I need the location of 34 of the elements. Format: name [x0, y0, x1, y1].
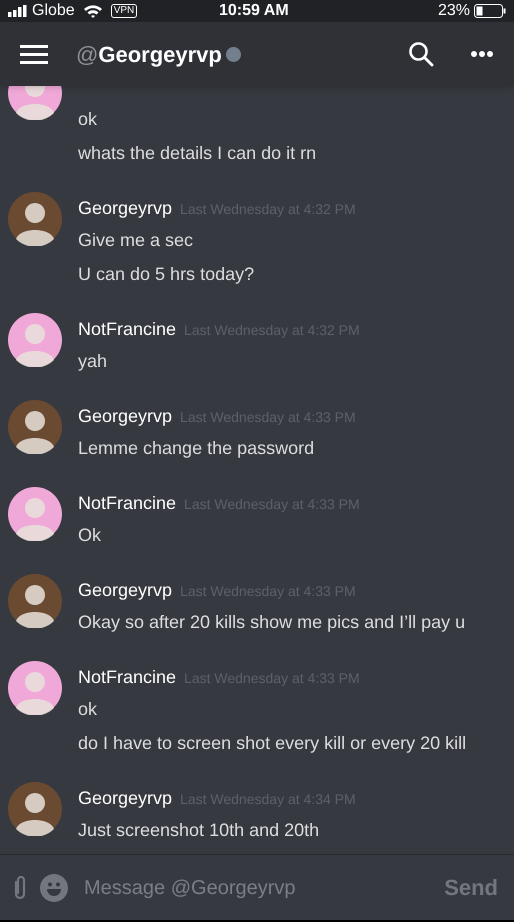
message-text: Give me a sec — [78, 229, 194, 252]
battery-icon — [474, 4, 506, 18]
send-button[interactable]: Send — [444, 871, 502, 904]
clock: 10:59 AM — [219, 1, 289, 21]
message-input[interactable]: Message @Georgeyrvp — [84, 872, 432, 902]
message-text: ok — [78, 108, 98, 131]
message-text: Lemme change the password — [78, 437, 316, 460]
author-name: Georgeyrvp — [78, 405, 172, 428]
message-text: yah — [78, 350, 108, 373]
message-text: Just screenshot 10th and 20th — [78, 819, 320, 842]
emoji-icon[interactable] — [40, 874, 68, 902]
at-sign: @ — [76, 40, 98, 68]
vpn-badge: VPN — [110, 4, 138, 18]
message-text: Ok — [78, 524, 102, 547]
author-name: NotFrancine — [78, 492, 176, 515]
signal-icon — [8, 5, 28, 17]
author-name: NotFrancine — [78, 318, 176, 341]
message-text: U can do 5 hrs today? — [78, 263, 256, 286]
search-icon[interactable] — [408, 41, 434, 67]
author-name: Georgeyrvp — [78, 787, 172, 810]
channel-title: Georgeyrvp — [98, 40, 222, 69]
author-name: Georgeyrvp — [78, 197, 172, 220]
author-name: Georgeyrvp — [78, 579, 172, 602]
message-text: Okay so after 20 kills show me pics and I’ll pay u — [78, 611, 466, 634]
message-text: ok — [78, 698, 98, 721]
message-text: whats the details I can do it rn — [78, 142, 316, 165]
author-name: NotFrancine — [78, 666, 176, 689]
wifi-icon — [82, 4, 103, 18]
paperclip-icon[interactable] — [12, 874, 28, 900]
message-text: do I have to screen shot every kill or every 20 kill — [78, 732, 466, 755]
carrier-name: Globe — [32, 1, 75, 21]
more-icon[interactable] — [470, 50, 494, 58]
menu-icon[interactable] — [20, 43, 48, 65]
battery-percent: 23% — [438, 1, 470, 21]
